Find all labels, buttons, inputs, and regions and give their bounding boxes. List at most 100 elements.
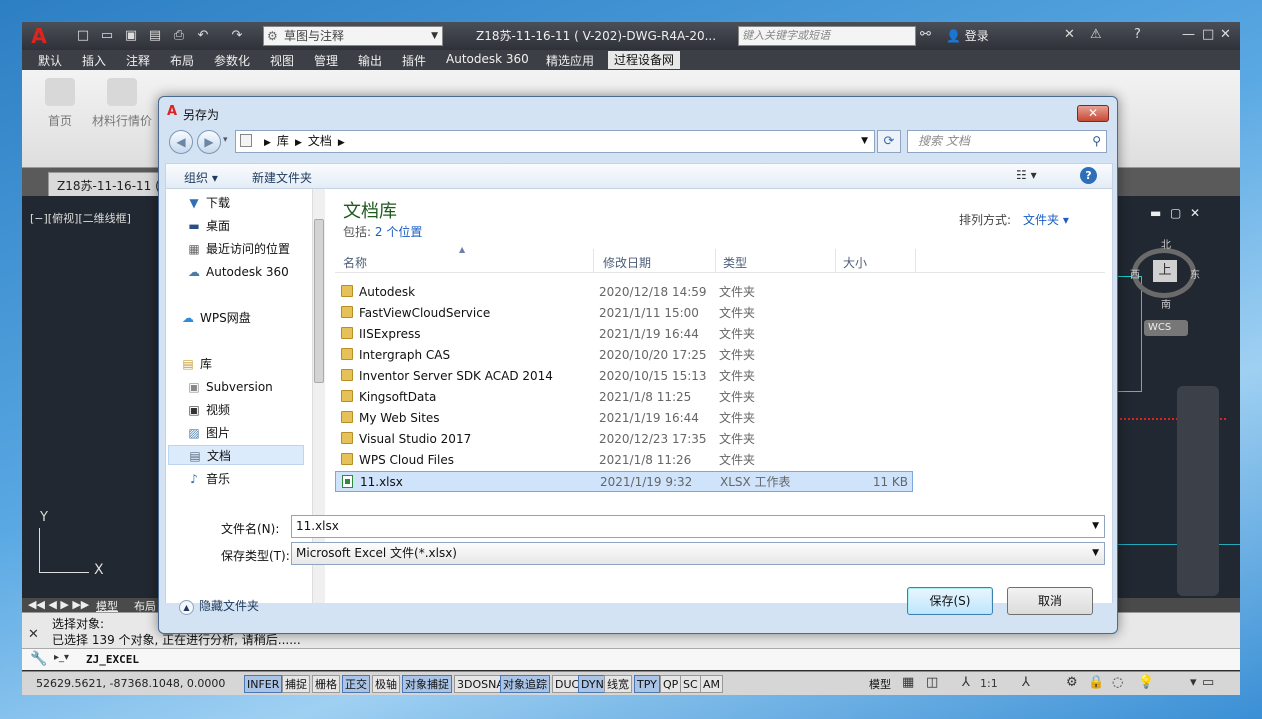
annotation-visibility-icon[interactable]: ⅄ — [1022, 675, 1030, 690]
tab-manage[interactable]: 管理 — [314, 52, 338, 69]
chevron-down-icon[interactable]: ▼ — [1092, 516, 1099, 537]
nav-item-downloads[interactable]: ▼ 下载 — [186, 193, 230, 213]
status-toggle[interactable]: INFER — [244, 675, 283, 693]
annotation-scale-icon[interactable]: ⅄ — [962, 675, 970, 690]
view-options-icon[interactable]: ☷ ▾ — [1016, 168, 1037, 182]
nav-item-desktop[interactable]: ▬ 桌面 — [186, 216, 230, 236]
tab-default[interactable]: 默认 — [38, 52, 62, 69]
new-folder-button[interactable]: 新建文件夹 — [252, 169, 312, 186]
model-space-toggle[interactable]: 模型 — [866, 675, 894, 693]
exchange-icon[interactable]: ✕ — [1064, 27, 1075, 42]
hardware-accel-icon[interactable]: ◌ — [1112, 675, 1123, 690]
layout-icon[interactable]: ▦ — [902, 675, 914, 690]
file-row[interactable]: Inventor Server SDK ACAD 2014 2020/10/15 … — [335, 366, 913, 387]
recent-locations-icon[interactable]: ▾ — [223, 135, 228, 145]
column-name[interactable]: 名称 — [343, 254, 367, 271]
command-line[interactable]: 🔧 ▸_▾ ZJ_EXCEL — [22, 648, 1240, 670]
chevron-down-icon[interactable]: ▼ — [861, 131, 868, 152]
column-date[interactable]: 修改日期 — [603, 254, 651, 271]
filename-input[interactable]: 11.xlsx ▼ — [291, 515, 1105, 538]
tab-process-equipment[interactable]: 过程设备网 — [608, 51, 681, 69]
help-icon[interactable]: ? — [1134, 27, 1141, 42]
back-button[interactable]: ◀ — [169, 130, 193, 154]
status-toggle[interactable]: 极轴 — [372, 675, 400, 693]
open-file-icon[interactable]: ▭ — [98, 27, 116, 45]
status-toggle[interactable]: 捕捉 — [282, 675, 310, 693]
save-button[interactable]: 保存(S) — [907, 587, 993, 615]
forward-button[interactable]: ▶ — [197, 130, 221, 154]
coordinate-readout[interactable]: 52629.5621, -87368.1048, 0.0000 — [36, 677, 225, 690]
navigation-bar[interactable] — [1177, 386, 1219, 596]
tab-view[interactable]: 视图 — [270, 52, 294, 69]
status-toggle[interactable]: 正交 — [342, 675, 370, 693]
close-icon[interactable]: ✕ — [1220, 27, 1231, 42]
tab-plugins[interactable]: 插件 — [402, 52, 426, 69]
tab-insert[interactable]: 插入 — [82, 52, 106, 69]
file-row[interactable]: Autodesk 2020/12/18 14:59 文件夹 — [335, 282, 913, 303]
column-divider[interactable] — [593, 249, 594, 273]
status-toggle[interactable]: 线宽 — [604, 675, 632, 693]
file-row[interactable]: Visual Studio 2017 2020/12/23 17:35 文件夹 — [335, 429, 913, 450]
viewcube-east[interactable]: 东 — [1190, 266, 1200, 281]
column-divider[interactable] — [835, 249, 836, 273]
help-icon[interactable]: ? — [1080, 167, 1097, 184]
workspace-select[interactable]: ⚙ 草图与注释 ▼ — [263, 26, 443, 46]
clean-screen-icon[interactable]: ▭ — [1202, 675, 1214, 690]
viewport-minimize-icon[interactable]: ▬ — [1150, 206, 1161, 220]
filetype-select[interactable]: Microsoft Excel 文件(*.xlsx) ▼ — [291, 542, 1105, 565]
file-row[interactable]: Intergraph CAS 2020/10/20 17:25 文件夹 — [335, 345, 913, 366]
lock-icon[interactable]: 🔒 — [1088, 675, 1104, 690]
tab-output[interactable]: 输出 — [358, 52, 382, 69]
breadcrumb-documents[interactable]: 文档 — [308, 134, 332, 148]
refresh-button[interactable]: ⟳ — [877, 130, 901, 153]
isolate-objects-icon[interactable]: 💡 — [1138, 675, 1154, 690]
close-button[interactable]: ✕ — [1077, 105, 1109, 122]
includes-locations-link[interactable]: 2 个位置 — [375, 225, 422, 239]
status-toggle[interactable]: 对象捕捉 — [402, 675, 452, 693]
file-row[interactable]: My Web Sites 2021/1/19 16:44 文件夹 — [335, 408, 913, 429]
viewcube-top-face[interactable]: 上 — [1153, 260, 1177, 282]
sort-by-dropdown[interactable]: 文件夹 ▾ — [1023, 211, 1069, 228]
nav-item-wps-drive[interactable]: ☁ WPS网盘 — [180, 308, 251, 328]
file-row[interactable]: FastViewCloudService 2021/1/11 15:00 文件夹 — [335, 303, 913, 324]
status-toggle[interactable]: AM — [700, 675, 724, 693]
wrench-icon[interactable]: 🔧 — [30, 651, 47, 667]
tab-layout[interactable]: 布局 — [170, 52, 194, 69]
status-toggle[interactable]: SC — [680, 675, 701, 693]
column-divider[interactable] — [915, 249, 916, 273]
search-input[interactable]: 搜索 文档 ⚲ — [907, 130, 1107, 153]
wcs-menu[interactable]: WCS — [1144, 320, 1188, 336]
a360-icon[interactable]: ⚠ — [1090, 27, 1102, 42]
file-row[interactable]: IISExpress 2021/1/19 16:44 文件夹 — [335, 324, 913, 345]
status-toggle[interactable]: 栅格 — [312, 675, 340, 693]
ribbon-home-button[interactable]: 首页 — [30, 78, 90, 129]
nav-scrollbar-thumb[interactable] — [314, 219, 324, 383]
file-row[interactable]: WPS Cloud Files 2021/1/8 11:26 文件夹 — [335, 450, 913, 471]
status-toggle[interactable]: TPY — [634, 675, 660, 693]
file-row[interactable]: KingsoftData 2021/1/8 11:25 文件夹 — [335, 387, 913, 408]
workspace-switch-icon[interactable]: ⚙ — [1066, 675, 1078, 690]
nav-item-recent[interactable]: ▦ 最近访问的位置 — [186, 239, 290, 259]
command-prompt-icon[interactable]: ▸_▾ — [54, 652, 69, 663]
print-icon[interactable]: ⎙ — [170, 27, 188, 45]
column-divider[interactable] — [715, 249, 716, 273]
breadcrumb-library[interactable]: 库 — [277, 134, 289, 148]
viewcube-north[interactable]: 北 — [1161, 236, 1171, 251]
nav-item-subversion[interactable]: ▣ Subversion — [186, 377, 272, 397]
viewcube-west[interactable]: 西 — [1130, 266, 1140, 281]
file-row[interactable]: 11.xlsx 2021/1/19 9:32 XLSX 工作表 11 KB — [335, 471, 913, 492]
tab-autodesk-360[interactable]: Autodesk 360 — [446, 52, 529, 66]
nav-item-autodesk-360[interactable]: ☁ Autodesk 360 — [186, 262, 289, 282]
organize-button[interactable]: 组织 ▾ — [184, 169, 218, 186]
nav-item-music[interactable]: ♪ 音乐 — [186, 469, 230, 489]
layout-nav-icon[interactable]: ◀◀ ◀ ▶ ▶▶ — [28, 598, 89, 611]
close-icon[interactable]: ✕ — [28, 627, 39, 642]
status-toggle[interactable]: DYN — [578, 675, 607, 693]
status-toggle[interactable]: 对象追踪 — [500, 675, 550, 693]
nav-item-videos[interactable]: ▣ 视频 — [186, 400, 230, 420]
nav-item-pictures[interactable]: ▨ 图片 — [186, 423, 230, 443]
tab-featured-apps[interactable]: 精选应用 — [546, 52, 594, 69]
tab-parametric[interactable]: 参数化 — [214, 52, 250, 69]
viewcube-south[interactable]: 南 — [1161, 296, 1171, 311]
tab-annotate[interactable]: 注释 — [126, 52, 150, 69]
